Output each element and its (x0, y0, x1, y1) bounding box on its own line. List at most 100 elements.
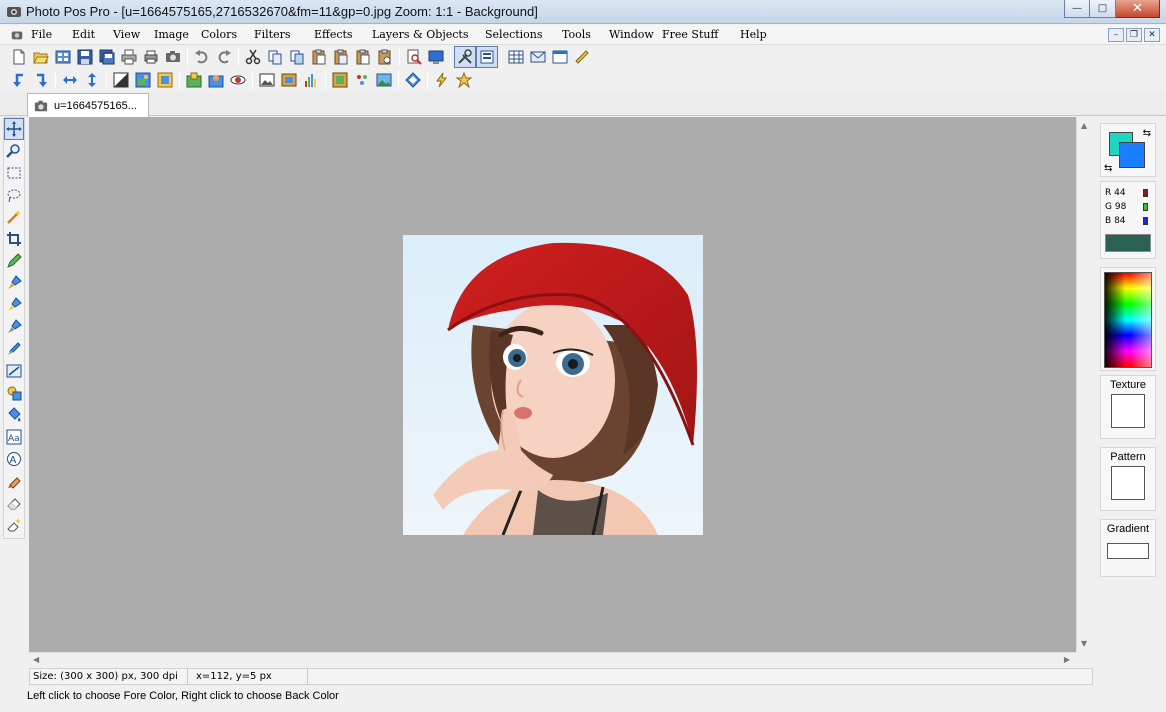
menu-image[interactable]: Image (154, 28, 189, 41)
red-eye-icon[interactable] (227, 69, 249, 91)
pencil-icon[interactable] (4, 250, 24, 272)
menu-window[interactable]: Window (609, 28, 654, 41)
canvas-size-icon[interactable] (154, 69, 176, 91)
zoom-tool-icon[interactable] (4, 140, 24, 162)
texture-swatch[interactable] (1111, 394, 1145, 428)
paint-bucket-icon[interactable] (4, 404, 24, 426)
menu-free-stuff[interactable]: Free Stuff (662, 28, 718, 41)
save-as-icon[interactable] (96, 46, 118, 68)
menu-edit[interactable]: Edit (72, 28, 95, 41)
magic-wand-icon[interactable] (4, 206, 24, 228)
layers-panel-icon[interactable] (476, 46, 498, 68)
eraser-brush-icon[interactable] (4, 470, 24, 492)
window-close-button[interactable]: ✕ (1116, 0, 1160, 18)
menu-effects[interactable]: Effects (314, 28, 353, 41)
paste-icon[interactable] (308, 46, 330, 68)
swap-colors-icon[interactable]: ⇆ (1143, 128, 1151, 139)
color-picker-icon[interactable]: A (4, 448, 24, 470)
new-layer-icon[interactable] (183, 69, 205, 91)
diamond-icon[interactable] (402, 69, 424, 91)
email-icon[interactable] (527, 46, 549, 68)
window-minimize-button[interactable]: — (1064, 0, 1090, 18)
document-close-button[interactable]: ✕ (1144, 28, 1160, 42)
document-restore-button[interactable]: ❐ (1126, 28, 1142, 42)
flip-horizontal-icon[interactable] (59, 69, 81, 91)
scroll-right-icon[interactable]: ▶ (1064, 655, 1070, 664)
full-screen-icon[interactable] (425, 46, 447, 68)
vertical-scrollbar[interactable]: ▲ ▼ (1076, 117, 1093, 652)
browse-icon[interactable] (52, 46, 74, 68)
copy-merged-icon[interactable] (286, 46, 308, 68)
undo-icon[interactable] (191, 46, 213, 68)
document-tab[interactable]: u=1664575165... (27, 93, 149, 117)
rect-select-icon[interactable] (4, 162, 24, 184)
move-tool-icon[interactable] (4, 118, 24, 140)
scroll-down-icon[interactable]: ▼ (1081, 639, 1087, 648)
menu-colors[interactable]: Colors (201, 28, 237, 41)
cut-icon[interactable] (242, 46, 264, 68)
text-tool-icon[interactable]: Aa (4, 426, 24, 448)
menu-selections[interactable]: Selections (485, 28, 543, 41)
open-icon[interactable] (30, 46, 52, 68)
magic-eraser-icon[interactable] (4, 514, 24, 536)
menu-file[interactable]: File (31, 28, 52, 41)
paste-object-icon[interactable] (374, 46, 396, 68)
stars-icon[interactable] (351, 69, 373, 91)
eraser-icon[interactable] (4, 492, 24, 514)
lightning-icon[interactable] (431, 69, 453, 91)
gradient-swatch[interactable] (1107, 543, 1149, 559)
tools-options-icon[interactable] (454, 46, 476, 68)
pattern-swatch[interactable] (1111, 466, 1145, 500)
ruler-icon[interactable] (571, 46, 593, 68)
menu-tools[interactable]: Tools (562, 28, 591, 41)
grid-icon[interactable] (505, 46, 527, 68)
frame-icon[interactable] (329, 69, 351, 91)
scroll-left-icon[interactable]: ◀ (33, 655, 39, 664)
shape-tool-icon[interactable] (4, 382, 24, 404)
scan-icon[interactable] (162, 46, 184, 68)
redo-icon[interactable] (213, 46, 235, 68)
document-system-icon[interactable] (10, 28, 24, 42)
scroll-up-icon[interactable]: ▲ (1081, 121, 1087, 130)
print-preview-icon[interactable] (140, 46, 162, 68)
smudge-icon[interactable] (4, 338, 24, 360)
menu-layers-objects[interactable]: Layers & Objects (372, 28, 468, 41)
landscape-icon[interactable] (373, 69, 395, 91)
histogram-icon[interactable] (300, 69, 322, 91)
image-size-icon[interactable] (132, 69, 154, 91)
window-restore-button[interactable]: □ (1090, 0, 1116, 18)
picture-frame-icon[interactable] (278, 69, 300, 91)
document-image[interactable] (403, 235, 703, 536)
zoom-fit-icon[interactable] (403, 46, 425, 68)
menu-filters[interactable]: Filters (254, 28, 291, 41)
paste-new-icon[interactable] (330, 46, 352, 68)
crop-tool-icon[interactable] (4, 228, 24, 250)
airbrush-icon[interactable] (4, 294, 24, 316)
picture-icon[interactable] (256, 69, 278, 91)
clone-brush-icon[interactable] (4, 316, 24, 338)
canvas-workspace[interactable] (29, 117, 1076, 652)
adjust-icon[interactable] (110, 69, 132, 91)
gradient-fill-icon[interactable] (4, 360, 24, 382)
brush-icon[interactable] (4, 272, 24, 294)
lasso-select-icon[interactable] (4, 184, 24, 206)
menu-help[interactable]: Help (740, 28, 767, 41)
rotate-left-icon[interactable] (8, 69, 30, 91)
current-color-swatch[interactable] (1105, 234, 1151, 252)
rotate-right-icon[interactable] (30, 69, 52, 91)
back-color-swatch[interactable] (1119, 142, 1145, 168)
flip-vertical-icon[interactable] (81, 69, 103, 91)
menu-view[interactable]: View (113, 28, 140, 41)
horizontal-scrollbar[interactable]: ◀ ▶ (29, 652, 1076, 666)
paste-layer-icon[interactable] (352, 46, 374, 68)
favorites-star-icon[interactable] (453, 69, 475, 91)
new-icon[interactable] (8, 46, 30, 68)
copy-icon[interactable] (264, 46, 286, 68)
print-icon[interactable] (118, 46, 140, 68)
color-spectrum[interactable] (1104, 272, 1152, 368)
document-minimize-button[interactable]: – (1108, 28, 1124, 42)
window-icon[interactable] (549, 46, 571, 68)
reset-colors-icon[interactable]: ⇆ (1104, 163, 1112, 174)
save-icon[interactable] (74, 46, 96, 68)
layer-properties-icon[interactable] (205, 69, 227, 91)
